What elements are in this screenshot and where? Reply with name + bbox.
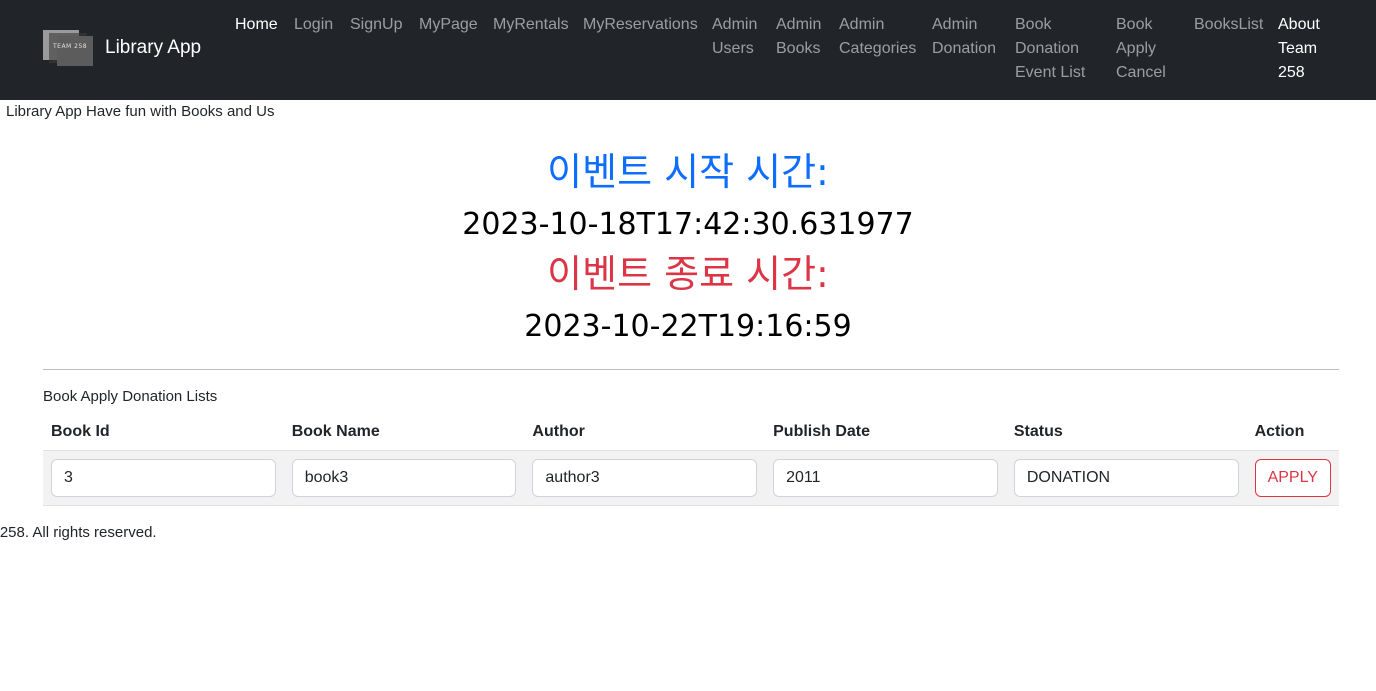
nav-myrentals[interactable]: MyRentals xyxy=(493,13,569,37)
book-id-field[interactable] xyxy=(51,459,276,497)
apply-button[interactable]: APPLY xyxy=(1254,459,1331,497)
nav-bookslist[interactable]: BooksList xyxy=(1194,13,1263,37)
nav-home[interactable]: Home xyxy=(235,13,278,37)
table-row: APPLY xyxy=(43,450,1339,506)
footer-text: TEAM 258. All rights reserved. xyxy=(0,524,157,541)
status-field[interactable] xyxy=(1013,459,1239,497)
nav-login[interactable]: Login xyxy=(294,13,333,37)
author-field[interactable] xyxy=(532,459,758,497)
divider xyxy=(43,369,1339,370)
nav-book-donation-event-list[interactable]: Book Donation Event List xyxy=(1015,13,1085,85)
nav-admin-books[interactable]: Admin Books xyxy=(776,13,821,61)
brand-link[interactable]: TEAM 258 Library App xyxy=(43,30,201,66)
nav-book-apply-cancel[interactable]: Book Apply Cancel xyxy=(1116,13,1166,85)
nav-admin-users[interactable]: Admin Users xyxy=(712,13,757,61)
navbar: TEAM 258 Library App Home Login SignUp M… xyxy=(0,0,1376,100)
nav-admin-donation[interactable]: Admin Donation xyxy=(932,13,996,61)
tagline: Library App Have fun with Books and Us xyxy=(6,103,275,120)
event-end-value: 2023-10-22T19:16:59 xyxy=(524,309,852,344)
book-name-field[interactable] xyxy=(291,459,517,497)
list-title: Book Apply Donation Lists xyxy=(43,388,218,405)
col-book-name: Book Name xyxy=(283,414,525,451)
col-action: Action xyxy=(1246,414,1339,451)
event-start-label: 이벤트 시작 시간: xyxy=(547,150,829,194)
nav-mypage[interactable]: MyPage xyxy=(419,13,478,37)
nav-signup[interactable]: SignUp xyxy=(350,13,402,37)
nav-about-team[interactable]: About Team 258 xyxy=(1278,13,1320,85)
col-author: Author xyxy=(524,414,766,451)
col-publish-date: Publish Date xyxy=(765,414,1006,451)
nav-admin-categories[interactable]: Admin Categories xyxy=(839,13,916,61)
team-logo: TEAM 258 xyxy=(43,30,93,66)
footer: TEAM 258. All rights reserved. xyxy=(0,524,400,541)
col-book-id: Book Id xyxy=(43,414,284,451)
brand-title: Library App xyxy=(105,37,202,58)
donation-table: Book Id Book Name Author Publish Date St… xyxy=(43,414,1339,506)
table-header-row: Book Id Book Name Author Publish Date St… xyxy=(43,414,1339,451)
col-status: Status xyxy=(1005,414,1247,451)
nav-myreservations[interactable]: MyReservations xyxy=(583,13,698,37)
event-end-label: 이벤트 종료 시간: xyxy=(547,252,829,296)
logo-text: TEAM 258 xyxy=(53,43,88,50)
event-start-value: 2023-10-18T17:42:30.631977 xyxy=(462,207,914,242)
publish-date-field[interactable] xyxy=(773,459,998,497)
